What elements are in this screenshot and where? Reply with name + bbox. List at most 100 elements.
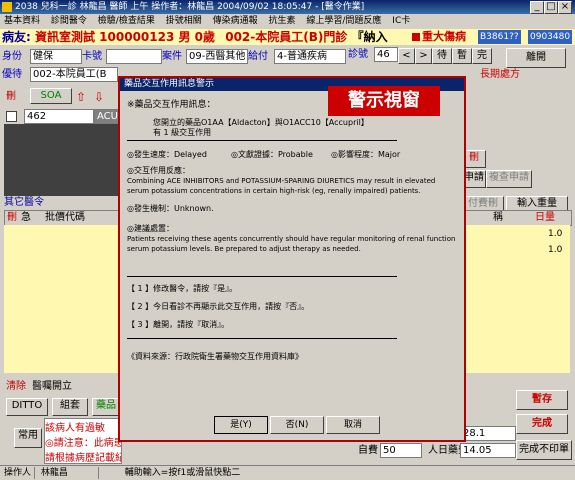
- dialog-effect-title: ◎交互作用反應：: [127, 166, 190, 175]
- pause-button[interactable]: 暫: [452, 48, 472, 64]
- self-pay-label: 自費: [358, 445, 378, 456]
- note-box: 該病人有過敏 ◎請注意：此病患最近沒有做過手術病歷 請根據病歷記載紀錄,或再確認…: [44, 418, 122, 464]
- menu-item-orders[interactable]: 診間醫令: [51, 16, 87, 26]
- preferential-select[interactable]: 002-本院員工(B: [30, 67, 118, 82]
- orders-title: 其它醫令: [4, 197, 44, 208]
- patient-dept: 002-本院員工(B)門診: [225, 30, 348, 44]
- menu-item-learning[interactable]: 線上學習/問題反應: [306, 16, 381, 26]
- app-icon: [2, 2, 12, 12]
- dialog-advice-1: Patients receiving these agents concurre…: [127, 235, 455, 243]
- menu-item-infection[interactable]: 傳染病通報: [213, 16, 258, 26]
- visit-no-label: 診號: [348, 49, 368, 60]
- diagnosis-code[interactable]: 462: [24, 109, 94, 124]
- patient-card-code: 0903480: [528, 30, 573, 44]
- dialog-no-button[interactable]: 否(N): [270, 416, 324, 434]
- common-button[interactable]: 常用: [14, 428, 42, 448]
- window-controls: _ □ ×: [530, 0, 575, 14]
- nav-buttons: < > 待 暫 完: [398, 48, 494, 64]
- dialog-yes-button[interactable]: 是(Y): [214, 416, 268, 434]
- dialog-effect-2: serum potassium concentrations in certai…: [127, 187, 421, 195]
- close-button[interactable]: ×: [558, 1, 572, 14]
- col-delete: 刪: [7, 212, 17, 223]
- card-field[interactable]: [106, 49, 162, 64]
- patient-info: 病友: 資訊室測試 100000123 男 0歲 002-本院員工(B)門診 『…: [2, 29, 388, 45]
- note-line-3: 請根據病歷記載紀錄,或再確認開立醫囑: [45, 453, 121, 464]
- col-urgent: 急: [21, 212, 31, 223]
- done-button[interactable]: 完成: [516, 414, 568, 434]
- card-label: 卡號: [82, 51, 102, 62]
- dialog-doc: ◎文獻證據：Probable: [231, 150, 313, 159]
- clear-label[interactable]: 淸除: [6, 380, 26, 394]
- dialog-severity: ◎影響程度：Major: [331, 150, 401, 159]
- col-name: 稱: [493, 212, 503, 223]
- diagnosis-area-bg: [4, 124, 118, 196]
- dialog-cancel-button[interactable]: 取消: [326, 416, 380, 434]
- restore-button[interactable]: □: [544, 1, 558, 14]
- warning-badge: 警示視窗: [328, 86, 440, 116]
- status-bar: 操作人 林龍昌 輔助輸入=按f1或滑鼠快點二: [0, 465, 575, 480]
- interaction-dialog: 藥品交互作用訊息警示 ※藥品交互作用訊息： 您開立的藥品O1AA【Aldacto…: [118, 76, 466, 442]
- col-dose: 日量: [535, 212, 555, 223]
- drug-button[interactable]: 藥品: [92, 398, 120, 416]
- prev-patient-button[interactable]: <: [398, 48, 415, 64]
- dialog-option-1: 【 1 】修改醫令，請按『是』。: [127, 284, 238, 293]
- down-arrow-icon[interactable]: ⇩: [94, 90, 104, 104]
- operator-label: 操作人: [4, 468, 32, 478]
- note-line-2: ◎請注意：此病患最近沒有做過手術病歷: [45, 438, 121, 449]
- menu-item-ic-card[interactable]: IC卡: [392, 16, 410, 26]
- col-code: 批價代碼: [45, 212, 85, 223]
- visit-no-field[interactable]: 46: [374, 47, 398, 62]
- menu-item-basic[interactable]: 基本資料: [4, 16, 40, 26]
- right-grid[interactable]: 1.0 1.0: [462, 225, 570, 373]
- diagnosis-checkbox[interactable]: [6, 111, 17, 122]
- operator-name: 林龍昌: [40, 468, 68, 478]
- alert-flag-icon: [412, 33, 420, 41]
- next-patient-button[interactable]: >: [415, 48, 432, 64]
- case-select[interactable]: 09-西醫其他: [186, 49, 248, 64]
- menu-bar: 基本資料 診間醫令 檢驗/檢查結果 掛號相關 傳染病通報 抗生素 線上學習/問題…: [0, 14, 575, 28]
- diagnosis-row: 462 ACU: [4, 108, 122, 124]
- recheck-apply-button[interactable]: 複查申請: [486, 170, 532, 188]
- minimize-button[interactable]: _: [530, 1, 544, 14]
- dialog-rule-3: [127, 338, 397, 339]
- payment-label: 給付: [248, 51, 268, 62]
- window-title: 2038 兒科一診 林龍昌 醫師 上午 操作者：林龍昌 2004/09/02 1…: [15, 2, 365, 12]
- dialog-rule-2: [127, 276, 397, 277]
- status-hint: 輔助輸入=按f1或滑鼠快點二: [124, 468, 241, 478]
- dose-row-2: 1.0: [548, 245, 563, 255]
- self-pay-field[interactable]: 50: [380, 443, 422, 458]
- complete-button[interactable]: 完: [472, 48, 492, 64]
- identity-select[interactable]: 健保: [30, 49, 82, 64]
- save-draft-button[interactable]: 暫存: [516, 390, 568, 410]
- leave-button[interactable]: 離開: [506, 48, 566, 68]
- dialog-onset: ◎發生速度：Delayed: [127, 150, 207, 159]
- dialog-option-2: 【 2 】今日看診不再顯示此交互作用，請按『否』。: [127, 302, 310, 311]
- orders-header: 刪 急 批價代碼: [4, 210, 120, 226]
- menu-item-results[interactable]: 檢驗/檢查結果: [98, 16, 155, 26]
- case-label: 案件: [162, 51, 182, 62]
- dialog-option-3: 【 3 】離開，請按『取消』。: [127, 320, 230, 329]
- done-no-print-button[interactable]: 完成不印單: [516, 440, 572, 460]
- up-arrow-icon[interactable]: ⇧: [76, 90, 86, 104]
- menu-item-antibiotic[interactable]: 抗生素: [268, 16, 295, 26]
- orders-grid[interactable]: [4, 225, 118, 373]
- patient-id-code: B3861??: [478, 30, 521, 44]
- patient-bar: 病友: 資訊室測試 100000123 男 0歲 002-本院員工(B)門診 『…: [0, 29, 575, 45]
- alert-text: 重大傷病: [422, 30, 466, 43]
- soa-button[interactable]: SOA: [30, 88, 72, 104]
- waiting-button[interactable]: 待: [432, 48, 452, 64]
- order-open-label: 醫囑開立: [32, 381, 72, 392]
- right-grid-header: 稱 日量: [462, 210, 572, 226]
- amount-field: 28.1: [460, 426, 516, 441]
- dialog-rule-1: [127, 140, 397, 141]
- payment-select[interactable]: 4-普通疾病: [274, 49, 346, 64]
- menu-item-registration[interactable]: 掛號相關: [166, 16, 202, 26]
- title-bar: 2038 兒科一診 林龍昌 醫師 上午 操作者：林龍昌 2004/09/02 1…: [0, 0, 575, 14]
- dose-row-1: 1.0: [548, 229, 563, 239]
- dialog-title: 藥品交互作用訊息警示: [124, 79, 215, 89]
- group-button[interactable]: 組套: [52, 398, 88, 416]
- ditto-button[interactable]: DITTO: [6, 398, 48, 416]
- preferential-label: 優待: [2, 69, 22, 80]
- daily-cost-field: 14.05: [460, 443, 516, 458]
- nahru-label: 『納入: [351, 30, 388, 44]
